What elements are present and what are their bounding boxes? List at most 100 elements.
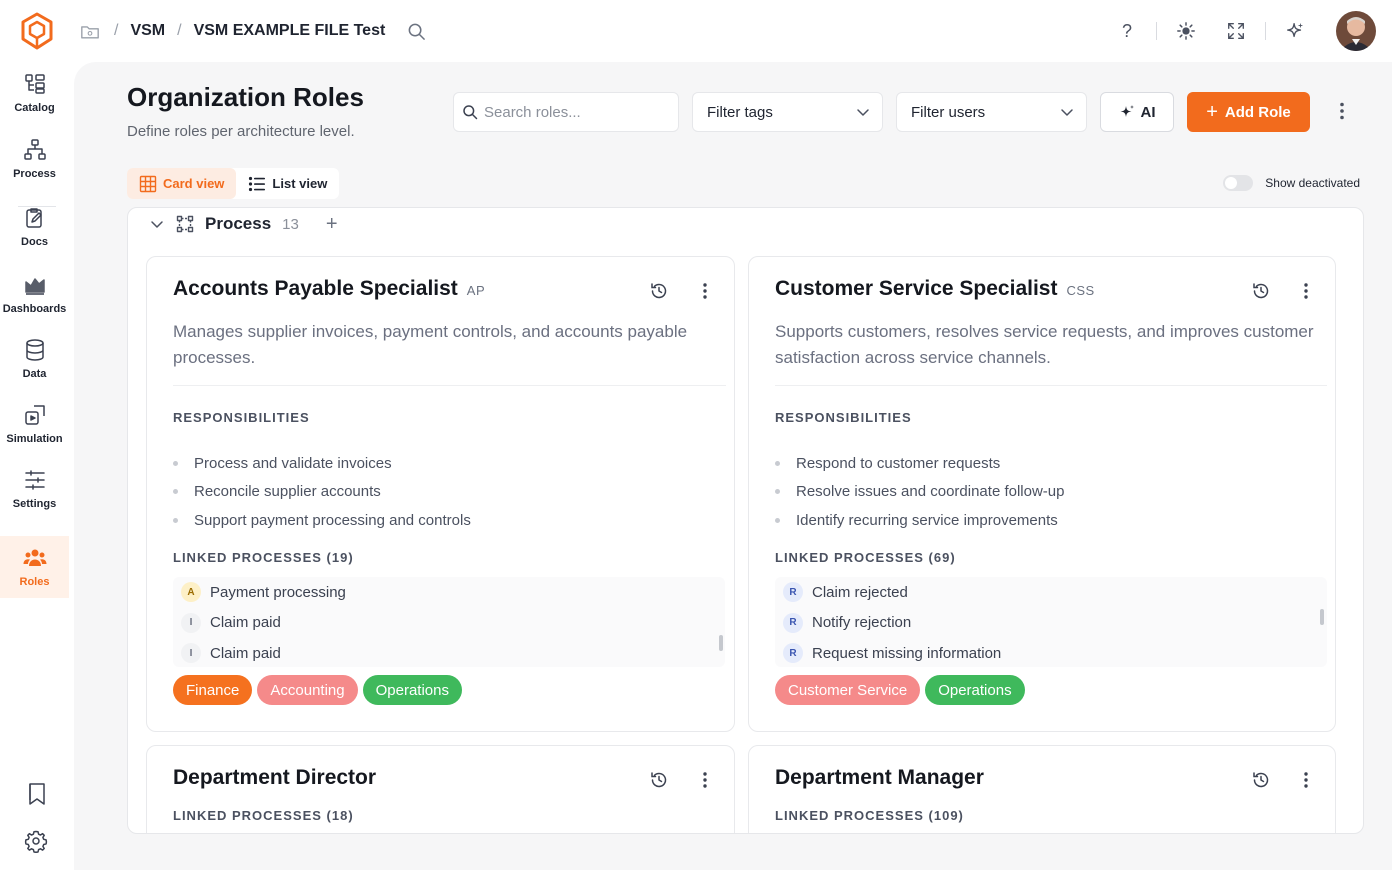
docs-icon: [25, 208, 42, 228]
breadcrumb-item[interactable]: VSM EXAMPLE FILE Test: [194, 22, 386, 40]
sparkle-icon: [1120, 105, 1134, 117]
tag-operations[interactable]: Operations: [362, 675, 462, 705]
sidebar-item-simulation[interactable]: Simulation: [0, 393, 69, 455]
section-count: 13: [282, 215, 299, 233]
linked-processes-label: LINKED PROCESSES (19): [173, 550, 354, 565]
list-view-button[interactable]: List view: [236, 168, 339, 199]
list-item: Process and validate invoices: [173, 449, 471, 478]
role-abbreviation: AP: [466, 283, 486, 298]
role-card[interactable]: Customer Service Specialist CSS Supports…: [748, 256, 1336, 732]
add-process-button[interactable]: +: [326, 213, 338, 236]
process-icon: [176, 215, 194, 233]
sidebar-item-docs[interactable]: Docs: [0, 196, 69, 258]
linked-processes-list: R Claim rejected R Notify rejection R Reque…: [775, 577, 1327, 667]
list-icon: [249, 176, 266, 191]
role-card[interactable]: Department Director LINKED PROCESSES (18…: [146, 745, 735, 833]
bookmark-icon[interactable]: [24, 781, 50, 807]
scrollbar[interactable]: [719, 635, 723, 651]
history-icon[interactable]: [649, 281, 669, 301]
role-card[interactable]: Department Manager LINKED PROCESSES (109…: [748, 745, 1336, 833]
role-name: Customer Service Specialist: [775, 277, 1058, 300]
card-view-label: Card view: [163, 176, 225, 191]
sidebar-item-label: Dashboards: [2, 303, 67, 315]
user-avatar[interactable]: [1336, 11, 1376, 51]
help-icon[interactable]: ?: [1116, 20, 1138, 42]
sidebar-item-process[interactable]: Process: [0, 128, 69, 190]
more-vertical-icon[interactable]: [1296, 281, 1316, 301]
list-item[interactable]: R Notify rejection: [775, 608, 1327, 639]
role-card[interactable]: Accounts Payable Specialist AP Manages s…: [146, 256, 735, 732]
sidebar-item-data[interactable]: Data: [0, 328, 69, 390]
more-vertical-icon[interactable]: [695, 281, 715, 301]
search-box: [453, 92, 679, 132]
list-item: Identify recurring service improvements: [775, 506, 1064, 535]
raci-badge: R: [783, 643, 803, 664]
page-subtitle: Define roles per architecture level.: [127, 123, 355, 140]
more-vertical-icon[interactable]: [695, 770, 715, 790]
grid-icon: [139, 175, 157, 192]
linked-processes-label: LINKED PROCESSES (18): [173, 808, 354, 823]
sidebar-item-settings[interactable]: Settings: [0, 458, 69, 520]
card-view-button[interactable]: Card view: [127, 168, 237, 199]
tag-customer-service[interactable]: Customer Service: [775, 675, 921, 705]
sidebar-item-roles[interactable]: Roles: [0, 536, 69, 598]
sidebar: Catalog Process Docs Dashboards Data Sim…: [0, 62, 74, 870]
search-roles-input[interactable]: [484, 103, 664, 121]
sidebar-item-catalog[interactable]: Catalog: [0, 62, 69, 124]
more-vertical-icon[interactable]: [1331, 100, 1353, 122]
tag-finance[interactable]: Finance: [173, 675, 253, 705]
chevron-down-icon[interactable]: [150, 217, 164, 231]
tag-operations[interactable]: Operations: [925, 675, 1025, 705]
show-deactivated-toggle[interactable]: [1223, 175, 1254, 191]
sparkle-icon[interactable]: [1284, 20, 1306, 42]
history-icon[interactable]: [1251, 770, 1271, 790]
list-item[interactable]: I Claim paid: [173, 638, 725, 667]
list-view-label: List view: [272, 176, 328, 191]
simulation-icon: [24, 405, 45, 425]
filter-users-select[interactable]: Filter users: [896, 92, 1087, 132]
role-title: Department Director: [173, 766, 376, 790]
dashboard-icon: [24, 278, 45, 295]
role-name: Accounts Payable Specialist: [173, 277, 458, 300]
fullscreen-icon[interactable]: [1225, 20, 1247, 42]
sidebar-item-dashboards[interactable]: Dashboards: [0, 263, 69, 325]
raci-badge: A: [181, 582, 201, 603]
ai-button[interactable]: AI: [1100, 92, 1174, 132]
raci-badge: R: [783, 612, 803, 633]
tag-accounting[interactable]: Accounting: [257, 675, 358, 705]
search-icon[interactable]: [407, 21, 427, 41]
tag-list: Finance Accounting Operations: [173, 675, 467, 705]
sidebar-item-label: Docs: [21, 236, 48, 248]
add-role-button[interactable]: + Add Role: [1187, 92, 1310, 132]
list-item[interactable]: A Payment processing: [173, 577, 725, 608]
scrollbar[interactable]: [1320, 609, 1324, 625]
filter-tags-select[interactable]: Filter tags: [692, 92, 883, 132]
raci-badge: I: [181, 612, 201, 633]
gear-icon[interactable]: [24, 829, 50, 855]
app-logo[interactable]: [20, 12, 54, 50]
list-item[interactable]: I Claim paid: [173, 608, 725, 639]
list-item[interactable]: R Request missing information: [775, 638, 1327, 667]
sidebar-item-label: Simulation: [6, 433, 63, 445]
ai-button-label: AI: [1140, 103, 1156, 121]
process-icon: [23, 139, 46, 160]
linked-processes-list: A Payment processing I Claim paid I Claim p…: [173, 577, 725, 667]
raci-badge: R: [783, 582, 803, 603]
breadcrumb-item[interactable]: VSM: [130, 22, 165, 40]
view-toggle: Card view List view: [127, 168, 340, 199]
divider: [775, 385, 1327, 386]
search-icon: [463, 105, 478, 120]
history-icon[interactable]: [649, 770, 669, 790]
linked-processes-label: LINKED PROCESSES (109): [775, 808, 964, 823]
history-icon[interactable]: [1251, 281, 1271, 301]
list-item: Reconcile supplier accounts: [173, 478, 471, 507]
role-title: Accounts Payable Specialist AP: [173, 277, 485, 301]
role-name: Department Director: [173, 766, 377, 789]
list-item[interactable]: R Claim rejected: [775, 577, 1327, 608]
sliders-icon: [24, 470, 45, 490]
role-description: Supports customers, resolves service req…: [775, 322, 1314, 367]
folder-icon[interactable]: [80, 22, 102, 40]
more-vertical-icon[interactable]: [1296, 770, 1316, 790]
sun-icon[interactable]: [1175, 20, 1197, 42]
sidebar-item-label: Data: [22, 368, 47, 380]
